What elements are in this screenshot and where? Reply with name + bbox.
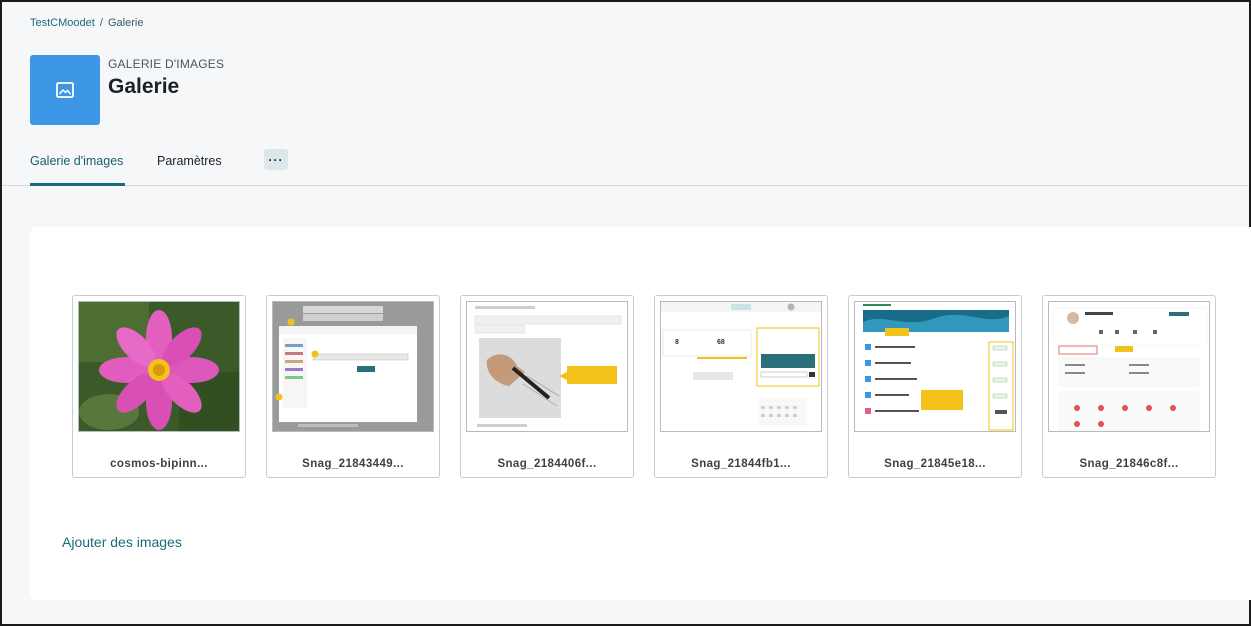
svg-text:68: 68 [717,339,725,346]
add-images-link[interactable]: Ajouter des images [62,534,182,550]
image-filename: Snag_2184406f... [497,458,597,470]
image-thumbnail[interactable] [1048,301,1210,432]
image-thumbnail[interactable]: 8 68 [660,301,822,432]
gallery-item[interactable]: Snag_21843449... [266,295,440,478]
gallery-item[interactable]: cosmos-bipinn... [72,295,246,478]
tab-parametres[interactable]: Paramètres [157,149,222,186]
breadcrumb-current: Galerie [108,17,144,29]
gallery-item[interactable]: Snag_21845e18... [848,295,1022,478]
activity-icon-tile [30,55,100,125]
breadcrumb-separator: / [99,17,103,29]
image-filename: cosmos-bipinn... [110,458,208,470]
tab-galerie-images[interactable]: Galerie d'images [30,149,125,186]
breadcrumb: TestCMoodet / Galerie [30,17,143,29]
gallery-item[interactable]: Snag_21846c8f... [1042,295,1216,478]
breadcrumb-course-link[interactable]: TestCMoodet [30,17,95,29]
image-filename: Snag_21844fb1... [691,458,791,470]
image-icon [56,82,74,98]
more-tabs-button[interactable]: ··· [264,149,288,170]
image-thumbnail[interactable] [854,301,1016,432]
secondary-navigation: Galerie d'images Paramètres ··· [2,149,1249,186]
gallery-item[interactable]: 8 68 Snag_21844fb1... [654,295,828,478]
svg-text:8: 8 [675,339,679,346]
image-thumbnail[interactable] [272,301,434,432]
gallery-item[interactable]: Snag_2184406f... [460,295,634,478]
image-thumbnail[interactable] [466,301,628,432]
image-filename: Snag_21845e18... [884,458,986,470]
image-thumbnail[interactable] [78,301,240,432]
image-filename: Snag_21843449... [302,458,404,470]
page-title: Galerie [108,75,180,98]
activity-type-label: GALERIE D'IMAGES [108,57,225,71]
image-filename: Snag_21846c8f... [1079,458,1179,470]
